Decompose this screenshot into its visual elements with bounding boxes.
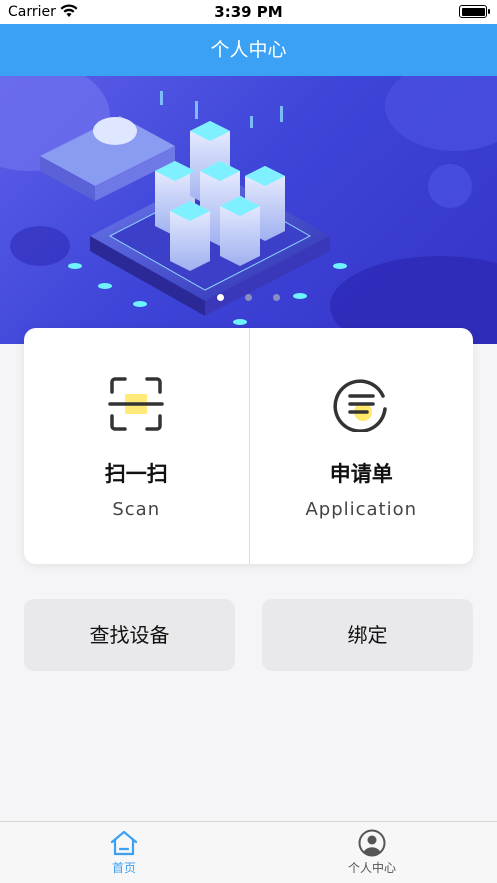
banner-carousel[interactable] <box>0 76 497 344</box>
tab-home[interactable]: 首页 <box>0 822 248 883</box>
list-icon <box>333 379 387 432</box>
application-title: 申请单 <box>329 462 393 486</box>
banner-illustration <box>0 76 497 344</box>
carousel-dot[interactable] <box>273 294 280 301</box>
profile-icon <box>358 829 386 857</box>
application-action[interactable]: 申请单 Application <box>248 328 474 564</box>
tab-profile[interactable]: 个人中心 <box>248 822 496 883</box>
page-title: 个人中心 <box>210 39 287 61</box>
clock: 3:39 PM <box>214 3 283 21</box>
tab-home-label: 首页 <box>111 861 136 875</box>
tab-bar: 首页 个人中心 <box>0 821 497 883</box>
bind-button[interactable]: 绑定 <box>262 599 473 671</box>
scan-subtitle: Scan <box>112 499 161 520</box>
carousel-indicator <box>0 294 497 301</box>
carousel-dot[interactable] <box>217 294 224 301</box>
find-device-button[interactable]: 查找设备 <box>24 599 235 671</box>
carousel-dot[interactable] <box>245 294 252 301</box>
scan-title: 扫一扫 <box>104 462 168 486</box>
scan-icon <box>108 377 164 431</box>
scan-action[interactable]: 扫一扫 Scan <box>24 328 249 564</box>
action-card: 扫一扫 Scan 申请单 Application <box>24 328 473 564</box>
home-icon <box>110 830 138 856</box>
application-subtitle: Application <box>305 499 418 520</box>
status-bar: Carrier 3:39 PM <box>0 0 497 24</box>
nav-bar: 个人中心 <box>0 24 497 76</box>
tab-profile-label: 个人中心 <box>347 861 396 875</box>
battery-icon <box>459 5 490 18</box>
